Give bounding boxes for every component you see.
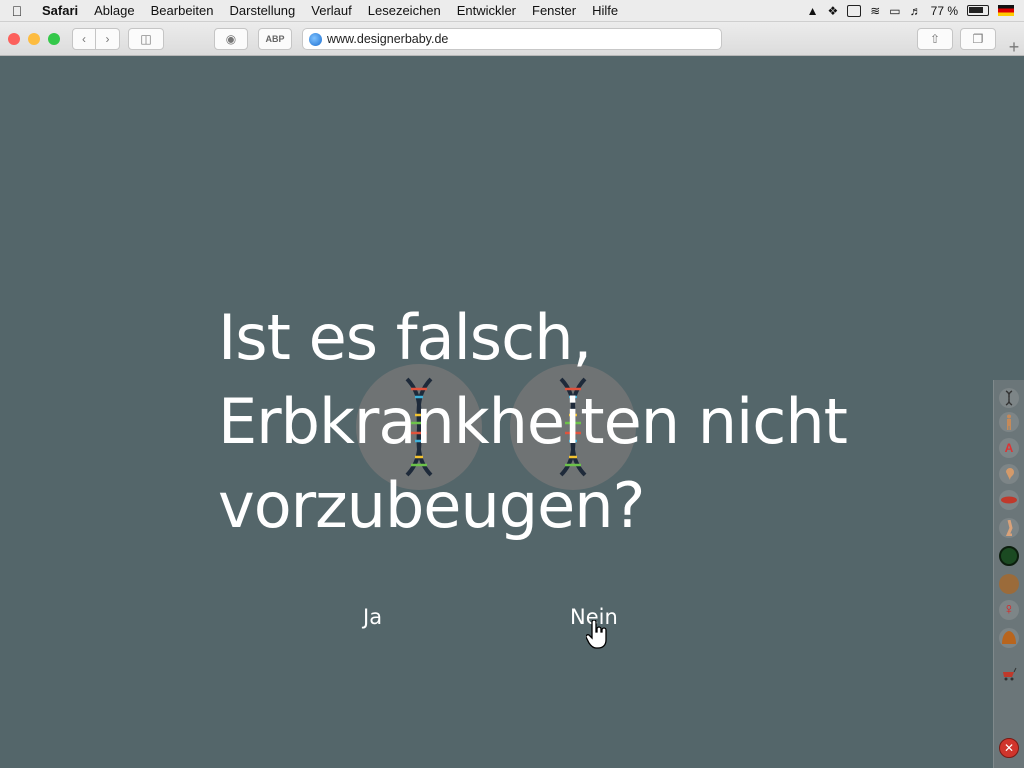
question-heading: Ist es falsch, Erbkrankheiten nicht vorz…	[218, 296, 918, 548]
acrobat-icon[interactable]: ▲	[807, 4, 819, 18]
menu-bar:  Safari Ablage Bearbeiten Darstellung V…	[0, 0, 1024, 22]
tabs-overview-button[interactable]: ❐	[960, 28, 996, 50]
menu-item-verlauf[interactable]: Verlauf	[303, 3, 359, 18]
german-flag-icon[interactable]	[998, 5, 1014, 16]
forward-button[interactable]: ›	[96, 27, 120, 50]
hair-icon[interactable]	[999, 628, 1019, 648]
skin-color-icon[interactable]	[999, 574, 1019, 594]
answer-yes-link[interactable]: Ja	[363, 605, 382, 629]
menu-item-lesezeichen[interactable]: Lesezeichen	[360, 3, 449, 18]
lips-icon[interactable]	[999, 490, 1019, 510]
share-button[interactable]: ⇧	[917, 28, 953, 50]
dropbox-icon[interactable]: ❖	[827, 4, 838, 18]
trait-sidebar: A ♀ ✕	[993, 380, 1024, 768]
dna-icon[interactable]	[999, 388, 1019, 408]
leg-icon[interactable]	[999, 518, 1019, 538]
menu-item-bearbeiten[interactable]: Bearbeiten	[143, 3, 222, 18]
display-icon[interactable]	[847, 4, 862, 17]
zoom-window-icon[interactable]	[48, 32, 60, 45]
menu-item-hilfe[interactable]: Hilfe	[584, 3, 626, 18]
female-icon[interactable]: ♀	[999, 600, 1019, 620]
menu-item-entwickler[interactable]: Entwickler	[449, 3, 524, 18]
back-button[interactable]: ‹	[72, 27, 96, 50]
url-text: www.designerbaby.de	[327, 32, 449, 46]
new-tab-button[interactable]: +	[1004, 38, 1024, 56]
ear-icon[interactable]	[999, 464, 1019, 484]
wifi-icon[interactable]: ≋	[870, 4, 880, 18]
globe-icon	[309, 32, 322, 46]
address-bar[interactable]: www.designerbaby.de	[302, 28, 722, 50]
browser-toolbar: ‹ › ◫ ◉ ABP www.designerbaby.de ⇧ ❐	[0, 22, 1024, 56]
volume-icon[interactable]: ♬	[910, 4, 922, 18]
menu-item-darstellung[interactable]: Darstellung	[222, 3, 304, 18]
hand-cursor-icon	[586, 620, 607, 649]
privacy-extension-button[interactable]: ◉	[214, 27, 248, 50]
menu-item-fenster[interactable]: Fenster	[524, 3, 584, 18]
menu-app-name[interactable]: Safari	[34, 3, 86, 18]
body-icon[interactable]	[999, 412, 1019, 432]
question-line-2: Erbkrankheiten nicht	[218, 385, 848, 458]
close-window-icon[interactable]	[8, 32, 20, 45]
minimize-window-icon[interactable]	[28, 32, 40, 45]
question-line-1: Ist es falsch,	[218, 301, 592, 374]
question-line-3: vorzubeugen?	[218, 469, 645, 542]
battery-percent[interactable]: 77 %	[931, 4, 958, 18]
airplay-icon[interactable]: ▭	[889, 4, 900, 18]
apple-menu-icon[interactable]: 	[0, 3, 34, 19]
wagon-icon[interactable]	[999, 664, 1019, 684]
close-icon[interactable]: ✕	[999, 738, 1019, 758]
menu-item-ablage[interactable]: Ablage	[86, 3, 142, 18]
sidebar-toggle-button[interactable]: ◫	[128, 27, 164, 50]
eye-color-icon[interactable]	[999, 546, 1019, 566]
battery-icon[interactable]	[967, 5, 989, 16]
letter-a-icon[interactable]: A	[999, 438, 1019, 458]
adblock-button[interactable]: ABP	[258, 27, 292, 50]
